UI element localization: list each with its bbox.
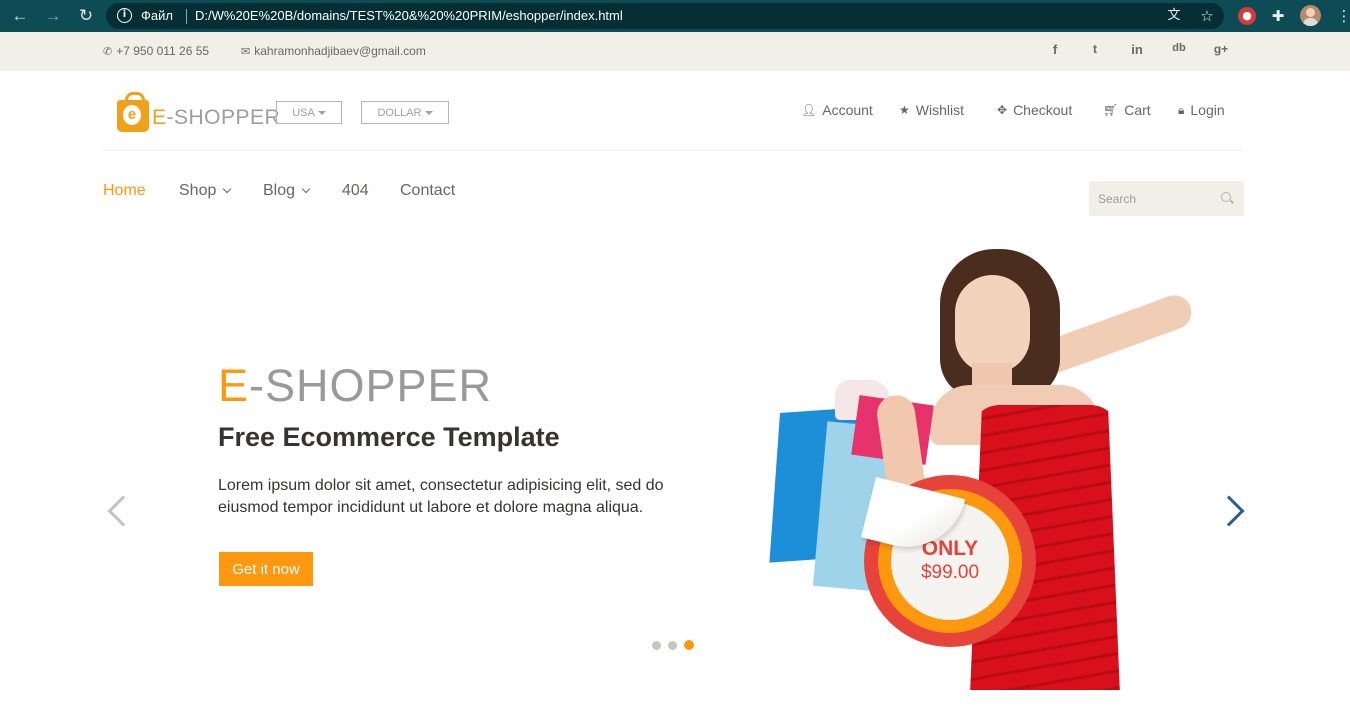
slide-title: E-SHOPPER [218,360,493,411]
chevron-down-icon [301,184,311,194]
nav-shop[interactable]: Shop [179,182,232,200]
slide-description: Lorem ipsum dolor sit amet, consectetur … [218,477,664,516]
user-icon: 👤︎ [801,103,817,117]
currency-label: DOLLAR [377,106,422,119]
phone-contact[interactable]: ✆ +7 950 011 26 55 [103,44,209,58]
nav-404[interactable]: 404 [342,182,369,200]
badge-price: $99.00 [920,562,980,583]
header-divider [103,150,1243,151]
slider-dot-2[interactable] [668,640,677,650]
translate-icon[interactable]: 文 [1165,7,1183,25]
linkedin-icon[interactable]: in [1127,42,1147,57]
logo-wordmark: E-SHOPPER [152,106,281,129]
wishlist-link[interactable]: ★ Wishlist [899,102,964,118]
star-icon: ★ [899,103,910,117]
info-icon[interactable]: i [117,8,132,23]
slider-dot-1[interactable] [652,640,661,650]
country-dropdown[interactable]: USA [276,101,342,124]
phone-number: +7 950 011 26 55 [116,44,210,58]
email-contact[interactable]: ✉ kahramonhadjibaev@gmail.com [241,44,426,58]
google-plus-icon[interactable]: g+ [1211,42,1231,56]
login-link[interactable]: 🔒︎ Login [1178,102,1225,118]
chevron-down-icon [223,184,232,194]
price-badge: ONLY $99.00 [861,475,1036,647]
lock-icon: 🔒︎ [1178,102,1185,117]
country-label: USA [292,106,315,119]
caret-down-icon [317,110,326,115]
bookmark-star-icon[interactable]: ☆ [1198,7,1216,25]
slider-indicators [652,640,694,650]
phone-icon: ✆ [103,44,113,58]
twitter-icon[interactable]: t [1085,42,1105,56]
site-logo[interactable]: e E-SHOPPER [117,92,280,132]
cart-icon: 🛒︎ [1103,103,1119,117]
browser-menu-icon[interactable]: ⋮ [1334,6,1350,26]
slider-next-arrow-icon[interactable] [1213,495,1245,527]
forward-arrow-icon[interactable]: → [43,6,63,26]
contact-bar: ✆ +7 950 011 26 55 ✉ kahramonhadjibaev@g… [0,32,1350,71]
profile-avatar[interactable] [1300,5,1321,26]
envelope-icon: ✉ [241,44,251,58]
cart-link[interactable]: 🛒︎ Cart [1103,102,1151,118]
browser-toolbar: ← → ↻ i Файл D:/W%20E%20B/domains/TEST%2… [0,0,1350,32]
get-it-now-button[interactable]: Get it now [219,552,313,586]
nav-home[interactable]: Home [103,182,146,200]
email-address: kahramonhadjibaev@gmail.com [254,44,426,58]
slider-dot-3[interactable] [684,640,694,650]
search-box [1089,181,1244,216]
scheme-label: Файл [141,8,173,23]
facebook-icon[interactable]: f [1045,42,1065,57]
search-icon[interactable] [1221,192,1231,202]
url-text[interactable]: D:/W%20E%20B/domains/TEST%20&%20%20PRIM/… [195,8,623,23]
dribbble-icon[interactable]: db [1169,42,1189,54]
back-arrow-icon[interactable]: ← [10,6,30,26]
address-bar[interactable]: i Файл D:/W%20E%20B/domains/TEST%20&%20%… [106,3,1224,29]
reload-icon[interactable]: ↻ [76,6,96,26]
extension-shield-icon[interactable]: ● [1238,7,1256,25]
nav-contact[interactable]: Contact [400,182,455,200]
checkout-link[interactable]: ✥ Checkout [997,102,1072,118]
slider-prev-arrow-icon[interactable] [107,495,139,527]
shopping-bag-icon: e [117,92,149,132]
crosshair-icon: ✥ [997,103,1008,117]
account-link[interactable]: 👤︎ Account [801,102,873,118]
currency-dropdown[interactable]: DOLLAR [361,101,449,124]
nav-blog[interactable]: Blog [263,182,311,200]
caret-down-icon [424,110,433,115]
address-separator [186,9,187,24]
search-input[interactable] [1089,181,1214,216]
extensions-puzzle-icon[interactable]: ✚ [1268,6,1288,26]
slide-subtitle: Free Ecommerce Template [218,422,560,452]
